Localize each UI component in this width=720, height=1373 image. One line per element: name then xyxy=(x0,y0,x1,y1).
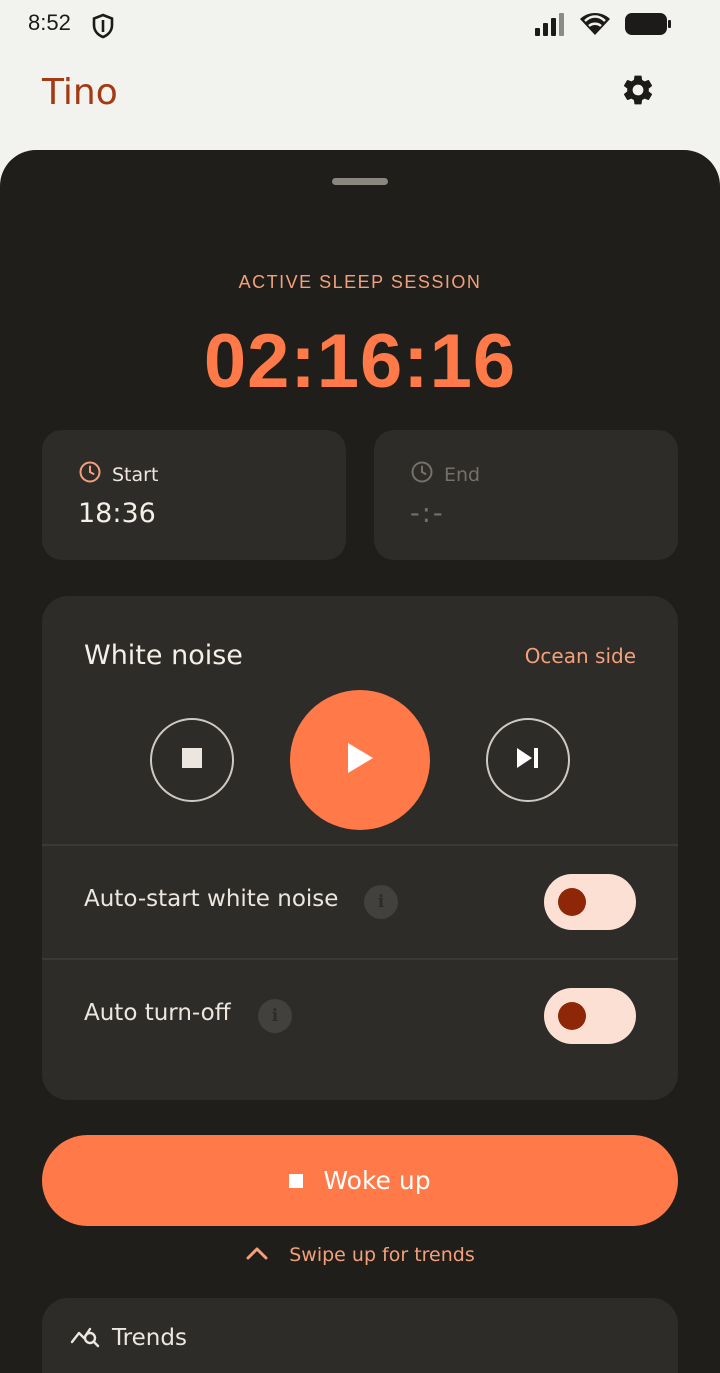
session-timer: 02:16:16 xyxy=(203,319,517,404)
start-time-card: Start 18:36 xyxy=(42,430,346,560)
clock-icon xyxy=(410,460,434,489)
end-time-header: End xyxy=(410,460,480,489)
skip-next-button[interactable] xyxy=(486,718,570,802)
swipe-hint[interactable]: Swipe up for trends xyxy=(0,1244,720,1266)
start-time-label: Start xyxy=(112,463,159,486)
info-icon[interactable]: i xyxy=(364,885,398,919)
trends-title: Trends xyxy=(112,1325,187,1351)
stop-icon xyxy=(289,1173,304,1188)
play-icon xyxy=(345,742,375,778)
chevron-up-icon xyxy=(245,1244,269,1266)
trends-header: Trends xyxy=(70,1322,187,1354)
signal-icon xyxy=(534,12,566,40)
info-icon[interactable]: i xyxy=(258,999,292,1033)
start-time-header: Start xyxy=(78,460,158,489)
auto-off-label: Auto turn-off xyxy=(84,1000,231,1026)
divider xyxy=(42,844,678,846)
noise-track-selector[interactable]: Ocean side xyxy=(525,644,636,668)
end-time-value: -:- xyxy=(410,498,445,529)
end-time-label: End xyxy=(444,463,481,486)
stop-button[interactable] xyxy=(150,718,234,802)
toggle-knob xyxy=(558,888,586,916)
swipe-hint-text: Swipe up for trends xyxy=(289,1244,475,1266)
start-time-value: 18:36 xyxy=(78,498,156,529)
auto-start-label: Auto-start white noise xyxy=(84,886,339,912)
end-time-card: End -:- xyxy=(374,430,678,560)
battery-icon xyxy=(624,12,672,40)
shield-icon xyxy=(92,13,114,43)
stop-icon xyxy=(181,747,203,773)
clock-icon xyxy=(78,460,102,489)
divider xyxy=(42,958,678,960)
gear-icon xyxy=(620,72,656,112)
skip-next-icon xyxy=(515,747,541,773)
white-noise-card: White noise Ocean side Auto-start white … xyxy=(42,596,678,1100)
toggle-knob xyxy=(558,1002,586,1030)
status-icons xyxy=(534,12,672,40)
app-bar: Tino xyxy=(0,50,720,140)
woke-up-button[interactable]: Woke up xyxy=(42,1135,678,1226)
auto-off-toggle[interactable] xyxy=(544,988,636,1044)
auto-start-toggle[interactable] xyxy=(544,874,636,930)
session-sheet: ACTIVE SLEEP SESSION 02:16:16 Start 18:3… xyxy=(0,150,720,1373)
white-noise-title: White noise xyxy=(84,640,243,671)
status-time: 8:52 xyxy=(28,10,71,35)
settings-button[interactable] xyxy=(618,72,658,112)
wifi-icon xyxy=(580,12,610,40)
app-title: Tino xyxy=(42,72,118,113)
play-button[interactable] xyxy=(290,690,430,830)
trends-icon xyxy=(70,1322,100,1354)
drag-handle[interactable] xyxy=(332,178,388,185)
trends-card[interactable]: Trends xyxy=(42,1298,678,1373)
session-label: ACTIVE SLEEP SESSION xyxy=(238,272,482,292)
status-bar: 8:52 xyxy=(0,0,720,50)
woke-up-label: Woke up xyxy=(323,1166,431,1195)
